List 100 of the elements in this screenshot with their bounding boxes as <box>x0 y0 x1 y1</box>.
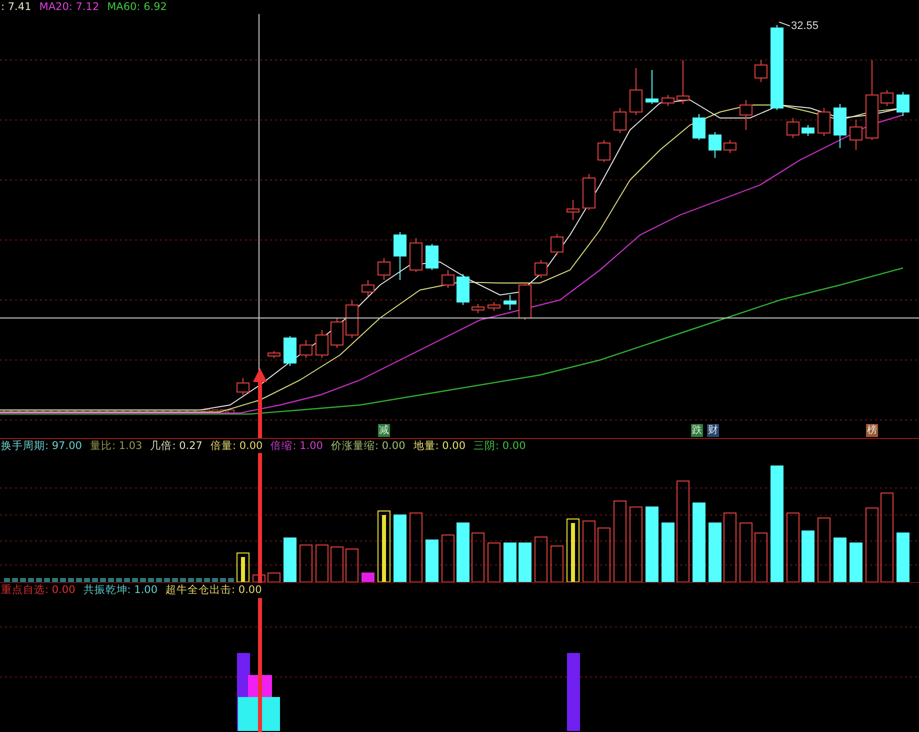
volume-bar <box>724 512 736 582</box>
candlestick <box>316 330 328 358</box>
candlestick <box>582 174 596 210</box>
legend-value: 换手周期: 97.00 <box>1 439 82 453</box>
volume-bar <box>850 542 862 582</box>
volume-bar <box>124 578 130 582</box>
volume-bar <box>100 578 106 582</box>
candlestick <box>362 280 374 296</box>
volume-bar <box>84 578 90 582</box>
volume-bar <box>346 548 358 582</box>
volume-bar <box>598 528 610 582</box>
volume-bar <box>708 522 722 582</box>
signal-marker: 减 <box>378 424 390 437</box>
volume-bar <box>4 578 10 582</box>
volume-bar <box>284 538 296 582</box>
candlestick <box>630 68 642 116</box>
candlestick <box>550 234 564 256</box>
high-price-label: 32.55 <box>791 20 819 32</box>
volume-bar <box>132 578 138 582</box>
volume-bar <box>740 522 752 582</box>
candlestick <box>426 244 438 270</box>
legend-value: 地量: 0.00 <box>413 439 466 453</box>
volume-bar <box>834 538 846 582</box>
volume-bar <box>316 544 328 582</box>
volume-bar <box>518 542 532 582</box>
volume-bar <box>92 578 98 582</box>
volume-bar <box>108 578 114 582</box>
volume-bar <box>68 578 74 582</box>
volume-bar <box>456 522 470 582</box>
volume-bar <box>20 578 26 582</box>
legend-value: 量比: 1.03 <box>90 439 142 453</box>
volume-bar <box>442 534 454 582</box>
candlestick <box>598 140 610 162</box>
candlestick <box>754 60 768 82</box>
candlestick <box>662 94 674 106</box>
candlestick <box>472 304 484 314</box>
volume-bar <box>582 520 596 582</box>
signal-marker: 跌 <box>691 424 703 437</box>
candlestick <box>740 100 752 130</box>
candlestick <box>346 300 358 338</box>
volume-bar <box>196 578 202 582</box>
candlestick <box>456 274 470 306</box>
candlestick <box>692 114 706 140</box>
volume-bar <box>60 578 66 582</box>
volume-bar <box>12 578 18 582</box>
candlestick <box>880 90 894 106</box>
candlestick <box>504 294 516 310</box>
volume-bar <box>228 578 234 582</box>
volume-bar <box>662 522 674 582</box>
candlestick <box>534 260 548 278</box>
candlestick <box>236 378 250 396</box>
legend-value: 几倍: 0.27 <box>150 439 202 453</box>
volume-bar <box>52 578 58 582</box>
candlestick <box>566 200 580 220</box>
volume-bar <box>818 518 830 582</box>
volume-bar <box>330 546 344 582</box>
volume-bar <box>164 578 170 582</box>
candlestick <box>850 120 862 150</box>
volume-bar <box>550 546 564 582</box>
volume-bar <box>488 542 500 582</box>
candlestick <box>834 104 846 148</box>
legend-value: MA60: 6.92 <box>107 1 167 13</box>
volume-bar <box>140 578 146 582</box>
signal-marker: 榜 <box>866 424 878 437</box>
candlestick <box>284 336 296 366</box>
volume-bar <box>268 572 280 582</box>
legend-value: 重点自选: 0.00 <box>1 583 76 597</box>
candlestick <box>410 238 422 272</box>
legend-value: : 7.41 <box>1 1 32 13</box>
candlestick <box>268 350 280 358</box>
candlestick <box>676 60 690 104</box>
volume-bar <box>188 578 194 582</box>
volume-bar <box>76 578 82 582</box>
legend-value: 三阴: 0.00 <box>474 439 526 453</box>
volume-bar <box>410 512 422 582</box>
volume-bar <box>180 578 186 582</box>
volume-bar <box>116 578 122 582</box>
volume-bar <box>236 552 250 582</box>
legend-value: 共振乾坤: 1.00 <box>83 583 158 597</box>
legend-value: 倍量: 0.00 <box>210 439 263 453</box>
legend-value: 价涨量缩: 0.00 <box>331 439 406 453</box>
volume-bar <box>204 578 210 582</box>
candlestick <box>300 340 312 358</box>
volume-bar <box>802 530 814 582</box>
candlestick <box>488 302 500 312</box>
leader-line <box>778 22 790 26</box>
volume-bar <box>896 532 910 582</box>
volume-bar <box>472 532 484 582</box>
legend-value: 超牛全仓出击: 0.00 <box>166 583 262 597</box>
signal-marker: 财 <box>707 424 719 437</box>
volume-bar <box>36 578 42 582</box>
volume-bar <box>504 542 516 582</box>
candlestick <box>786 118 800 138</box>
candlestick <box>802 124 814 136</box>
volume-bar <box>44 578 50 582</box>
volume-bar <box>28 578 34 582</box>
volume-bar <box>754 532 768 582</box>
candlestick <box>378 258 390 280</box>
volume-bar <box>362 572 374 582</box>
volume-bar <box>566 518 580 582</box>
